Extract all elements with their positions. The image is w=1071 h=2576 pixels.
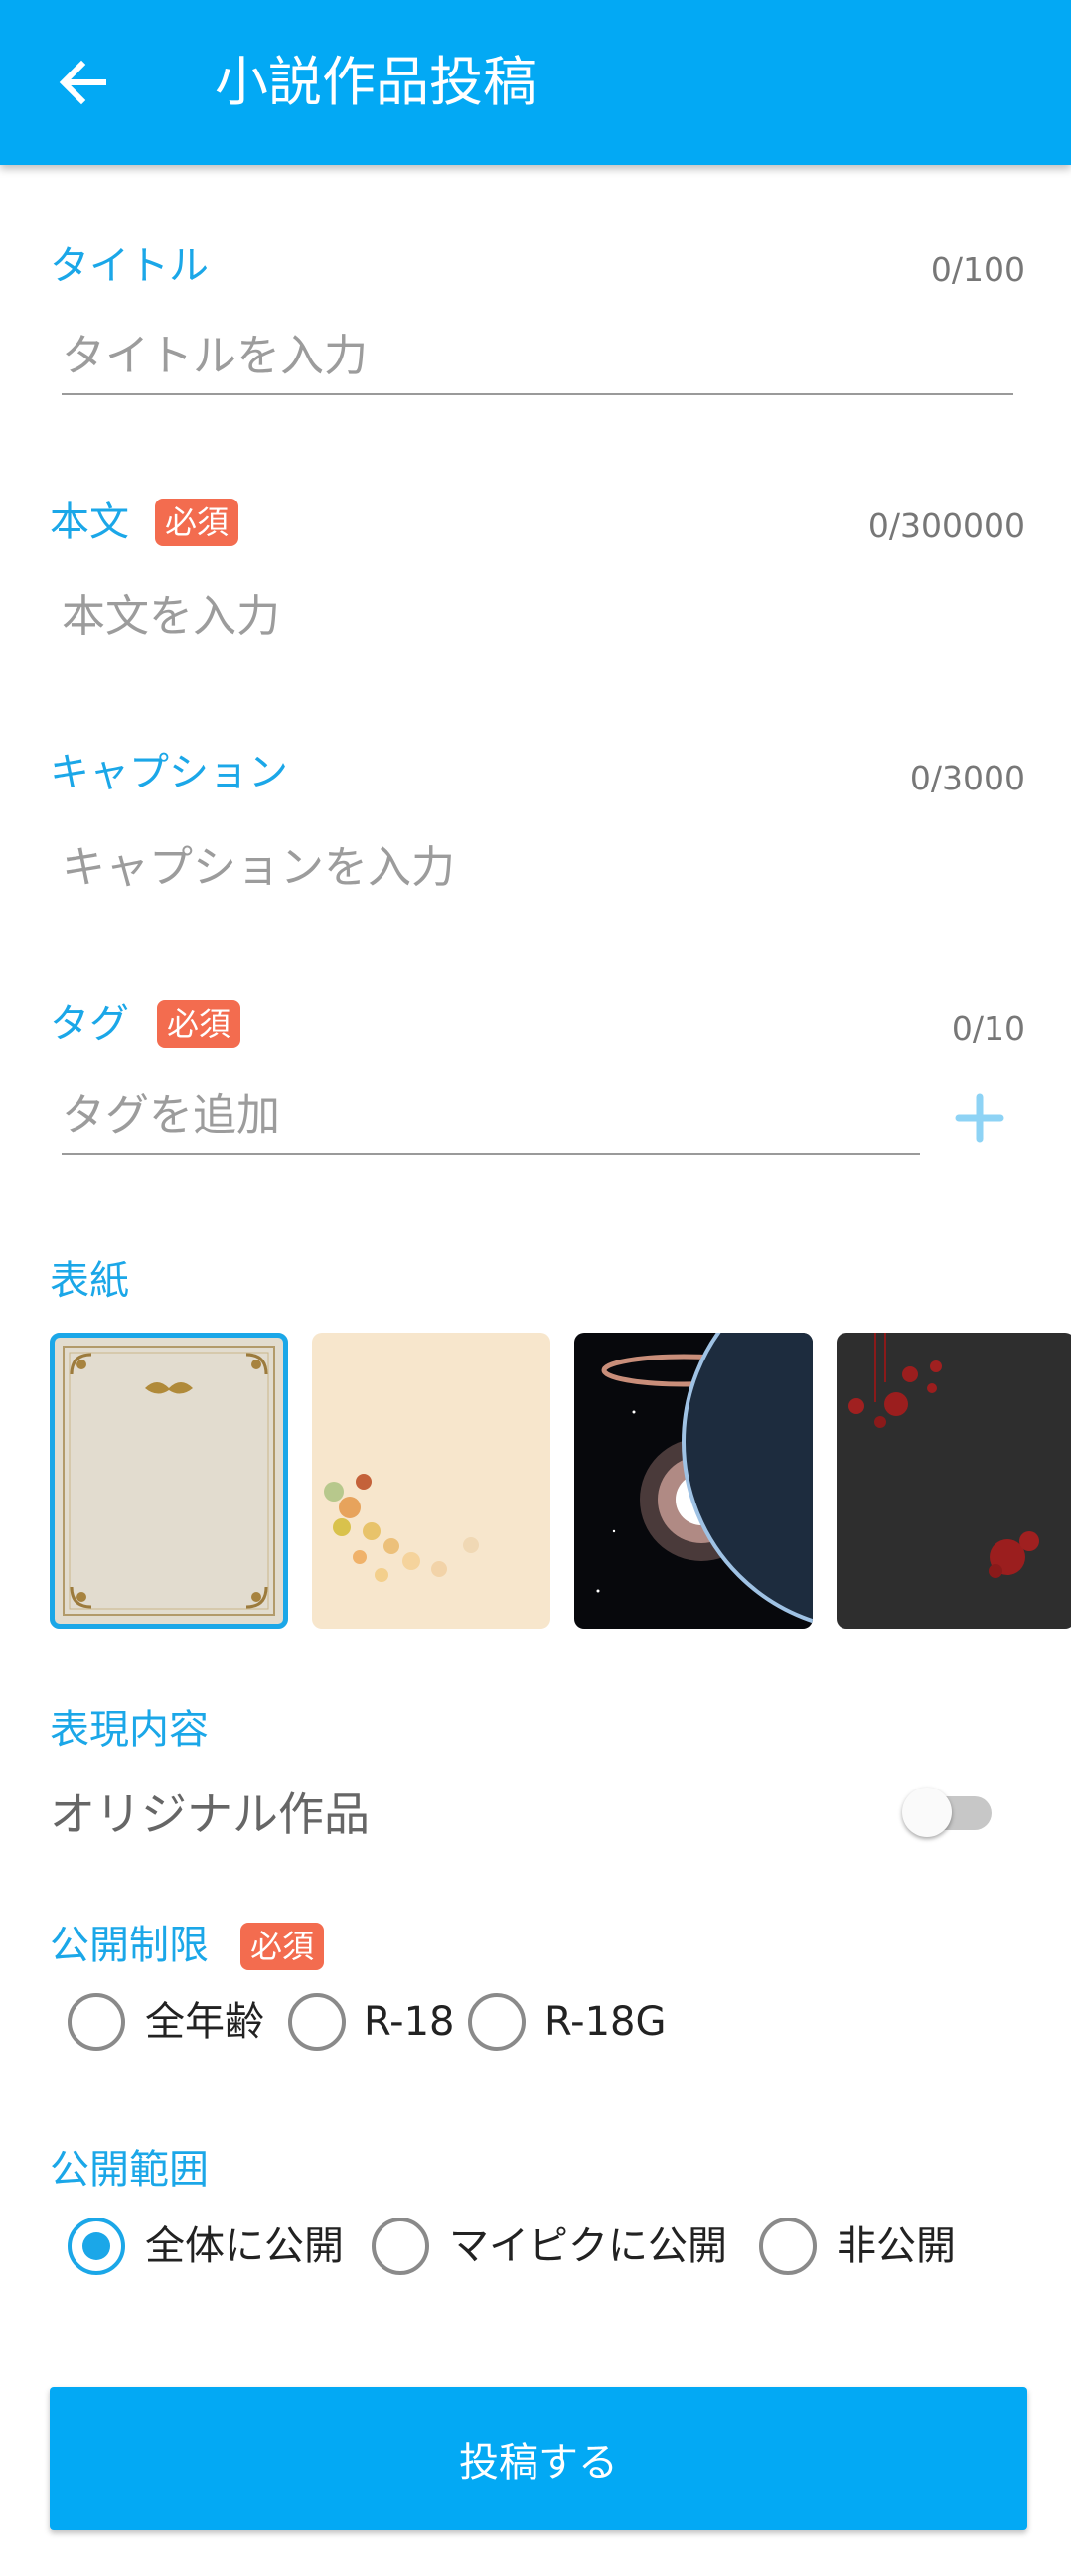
toggle-thumb xyxy=(902,1788,952,1837)
age-restriction-label: 公開制限 xyxy=(50,1923,209,1968)
radio-label-public[interactable]: 全体に公開 xyxy=(145,2218,344,2274)
radio-private[interactable] xyxy=(759,2218,817,2275)
cover-label: 表紙 xyxy=(50,1258,129,1304)
radio-mypixiv[interactable] xyxy=(372,2218,429,2275)
title-input[interactable]: タイトルを入力 xyxy=(62,326,368,387)
tag-input[interactable]: タグを追加 xyxy=(62,1085,280,1147)
add-tag-button[interactable] xyxy=(942,1087,1017,1149)
tag-input-underline xyxy=(62,1153,920,1155)
body-label: 本文 xyxy=(50,500,129,545)
radio-label-all-ages[interactable]: 全年齢 xyxy=(145,1994,264,2050)
title-counter: 0/100 xyxy=(930,250,1025,289)
radio-label-r18g[interactable]: R-18G xyxy=(544,1994,667,2050)
body-input[interactable]: 本文を入力 xyxy=(62,586,280,647)
visibility-label: 公開範囲 xyxy=(50,2147,209,2193)
radio-r18g[interactable] xyxy=(468,1993,526,2051)
radio-all-ages[interactable] xyxy=(68,1993,125,2051)
body-required-badge: 必須 xyxy=(155,499,239,546)
page-title: 小説作品投稿 xyxy=(215,51,536,113)
original-work-label: オリジナル作品 xyxy=(50,1788,370,1841)
caption-label: キャプション xyxy=(50,750,288,795)
submit-button[interactable]: 投稿する xyxy=(50,2387,1027,2530)
body-counter: 0/300000 xyxy=(867,506,1025,545)
tag-required-badge: 必須 xyxy=(157,1000,241,1048)
parchment-ornate-cover[interactable] xyxy=(50,1333,288,1629)
back-button[interactable] xyxy=(40,43,129,124)
title-input-underline xyxy=(62,393,1013,395)
content-label: 表現内容 xyxy=(50,1707,209,1753)
radio-label-r18[interactable]: R-18 xyxy=(364,1994,455,2050)
radio-public[interactable] xyxy=(68,2218,125,2275)
autumn-leaves-cover[interactable] xyxy=(312,1333,550,1629)
radio-label-private[interactable]: 非公開 xyxy=(837,2218,956,2274)
space-planet-cover[interactable] xyxy=(574,1333,813,1629)
tag-label: タグ xyxy=(50,1001,129,1047)
app-bar: 小説作品投稿 xyxy=(0,0,1071,165)
tag-counter: 0/10 xyxy=(951,1009,1025,1048)
title-label: タイトル xyxy=(50,243,209,289)
caption-counter: 0/3000 xyxy=(909,759,1025,797)
radio-label-mypixiv[interactable]: マイピクに公開 xyxy=(449,2218,727,2274)
radio-r18[interactable] xyxy=(288,1993,346,2051)
dark-red-splatter-cover[interactable] xyxy=(837,1333,1071,1629)
original-work-toggle[interactable] xyxy=(898,1782,997,1841)
age-restriction-required-badge: 必須 xyxy=(240,1923,325,1970)
caption-input[interactable]: キャプションを入力 xyxy=(62,837,455,899)
